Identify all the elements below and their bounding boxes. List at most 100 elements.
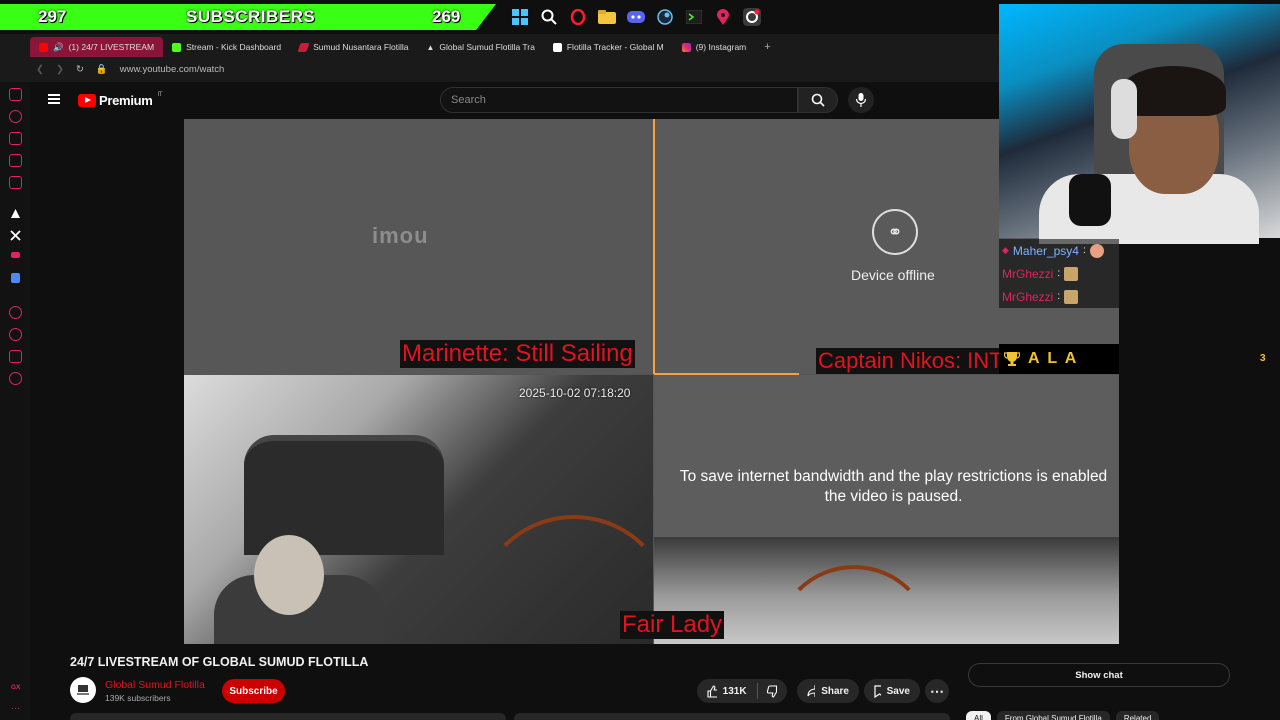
forward-icon[interactable]: ❯ — [56, 64, 64, 75]
bookmark-icon — [874, 684, 881, 698]
gx-settings-icon[interactable] — [9, 372, 22, 385]
chat-overlay: ◆ Maher_psy4 : MrGhezzi : MrGhezzi : — [999, 239, 1119, 308]
subscriber-count-left: 297 — [38, 7, 67, 26]
like-dislike-group: 131K — [697, 679, 787, 703]
subscriber-count-right: 269 — [432, 7, 461, 26]
search-button[interactable] — [798, 87, 838, 113]
back-icon[interactable]: ❮ — [36, 64, 44, 75]
like-icon[interactable] — [707, 684, 717, 698]
tab-kick-dashboard[interactable]: Stream - Kick Dashboard — [163, 37, 290, 57]
paused-message: To save internet bandwidth and the play … — [668, 467, 1119, 507]
microphone-prop — [1069, 174, 1111, 226]
chip-all[interactable]: All — [966, 711, 991, 720]
camera-feed-bottom-right — [654, 375, 1119, 644]
share-button[interactable]: Share — [797, 679, 859, 703]
tab-sumud-nusantara[interactable]: Sumud Nusantara Flotilla — [290, 37, 417, 57]
device-offline-text: Device offline — [851, 267, 935, 283]
windows-icon[interactable] — [510, 7, 530, 27]
tab-label: Global Sumud Flotilla Tra — [439, 42, 535, 52]
screen: 297 SUBSCRIBERS 269 GX ··· 🔊 (1) 24/7 LI… — [0, 0, 1280, 720]
description-box[interactable] — [70, 713, 506, 720]
tab-flotilla-tracker[interactable]: Flotilla Tracker - Global M — [544, 37, 673, 57]
channel-name[interactable]: Global Sumud Flotilla — [105, 679, 205, 691]
sailor-head — [254, 535, 324, 615]
gx-twitch-icon[interactable] — [9, 154, 22, 167]
like-count[interactable]: 131K — [723, 686, 747, 697]
gx-box-icon[interactable] — [9, 350, 22, 363]
gx-control-icon[interactable] — [9, 88, 22, 101]
tab-label: Sumud Nusantara Flotilla — [313, 42, 409, 52]
opera-gx-icon[interactable] — [742, 7, 762, 27]
tab-label: Flotilla Tracker - Global M — [566, 42, 664, 52]
new-tab-button[interactable]: + — [755, 37, 779, 57]
like-separator — [756, 683, 758, 699]
reload-icon[interactable]: ↻ — [76, 64, 84, 75]
youtube-sidebar-icon[interactable] — [11, 252, 20, 258]
instagram-favicon-icon — [681, 42, 691, 52]
volume-icon[interactable]: 🔊 — [53, 42, 64, 53]
boat-label-nikos: Captain Nikos: INT — [816, 348, 1005, 374]
trophy-icon — [1004, 352, 1020, 366]
gx-clock-icon[interactable] — [9, 328, 22, 341]
kick-favicon-icon — [172, 42, 182, 52]
paused-line-2: the video is paused. — [824, 488, 963, 505]
chip-related[interactable]: Related — [1115, 711, 1160, 720]
show-chat-button[interactable]: Show chat — [968, 663, 1230, 687]
chat-username: MrGhezzi — [1002, 266, 1054, 281]
tab-global-sumud-tracker[interactable]: ▲ Global Sumud Flotilla Tra — [418, 37, 544, 57]
maps-icon[interactable] — [713, 7, 733, 27]
boat-label-fair-lady: Fair Lady — [620, 611, 725, 639]
taskbar — [510, 4, 762, 30]
paused-line-1: To save internet bandwidth and the play … — [679, 468, 1108, 485]
chat-message: MrGhezzi : — [999, 262, 1119, 285]
more-icon: ⋯ — [930, 683, 944, 699]
url-field[interactable]: www.youtube.com/watch — [120, 64, 225, 75]
chat-message: MrGhezzi : — [999, 285, 1119, 308]
subscribe-button[interactable]: Subscribe — [222, 679, 285, 703]
chat-username: Maher_psy4 — [1012, 243, 1079, 258]
x-sidebar-icon[interactable] — [10, 230, 21, 241]
menu-icon[interactable] — [48, 94, 60, 104]
gx-history-icon[interactable] — [9, 110, 22, 123]
gx-player-icon[interactable] — [9, 176, 22, 189]
dislike-icon[interactable] — [767, 684, 777, 698]
voice-search-button[interactable] — [848, 87, 874, 113]
emote-icon — [1064, 266, 1079, 281]
gx-play-icon[interactable] — [9, 306, 22, 319]
subscriber-banner-label: SUBSCRIBERS — [186, 7, 316, 26]
share-icon — [807, 685, 816, 697]
discord-icon[interactable] — [626, 7, 646, 27]
youtube-logo[interactable]: Premium IT — [78, 92, 163, 108]
comments-box[interactable] — [514, 713, 950, 720]
tab-label: (9) Instagram — [695, 42, 747, 52]
alert-count: 3 — [1260, 353, 1266, 364]
gx-bag-icon[interactable] — [9, 132, 22, 145]
youtube-play-icon — [78, 94, 96, 107]
tab-label: (1) 24/7 LIVESTREAM — [68, 42, 155, 52]
video-player[interactable]: imou ⚭ Device offline Marinette: Still S… — [184, 119, 1119, 644]
terminal-icon[interactable] — [684, 7, 704, 27]
more-actions-button[interactable]: ⋯ — [925, 679, 949, 703]
boat-cabin — [244, 435, 444, 555]
gx-label: GX — [11, 684, 21, 691]
save-button[interactable]: Save — [864, 679, 920, 703]
browser-sidebar — [0, 34, 30, 720]
lock-icon: 🔒 — [95, 63, 108, 75]
boat-label-marinette: Marinette: Still Sailing — [400, 340, 635, 368]
tab-instagram[interactable]: (9) Instagram — [673, 37, 756, 57]
bitwarden-sidebar-icon[interactable] — [11, 273, 20, 283]
search-icon[interactable] — [539, 7, 559, 27]
channel-subscriber-count: 139K subscribers — [105, 693, 171, 703]
search-input[interactable]: Search — [440, 87, 798, 113]
youtube-header: Premium IT Search — [30, 82, 998, 118]
kick-sidebar-icon[interactable] — [10, 208, 21, 219]
channel-avatar[interactable] — [70, 677, 96, 703]
more-icon[interactable]: ··· — [11, 703, 20, 713]
tab-livestream[interactable]: 🔊 (1) 24/7 LIVESTREAM — [30, 37, 164, 57]
emote-icon — [1089, 243, 1104, 258]
steam-icon[interactable] — [655, 7, 675, 27]
opera-icon[interactable] — [568, 7, 588, 27]
chat-message: ◆ Maher_psy4 : — [999, 239, 1119, 262]
chip-from-channel[interactable]: From Global Sumud Flotilla — [996, 711, 1110, 720]
folder-icon[interactable] — [597, 7, 617, 27]
